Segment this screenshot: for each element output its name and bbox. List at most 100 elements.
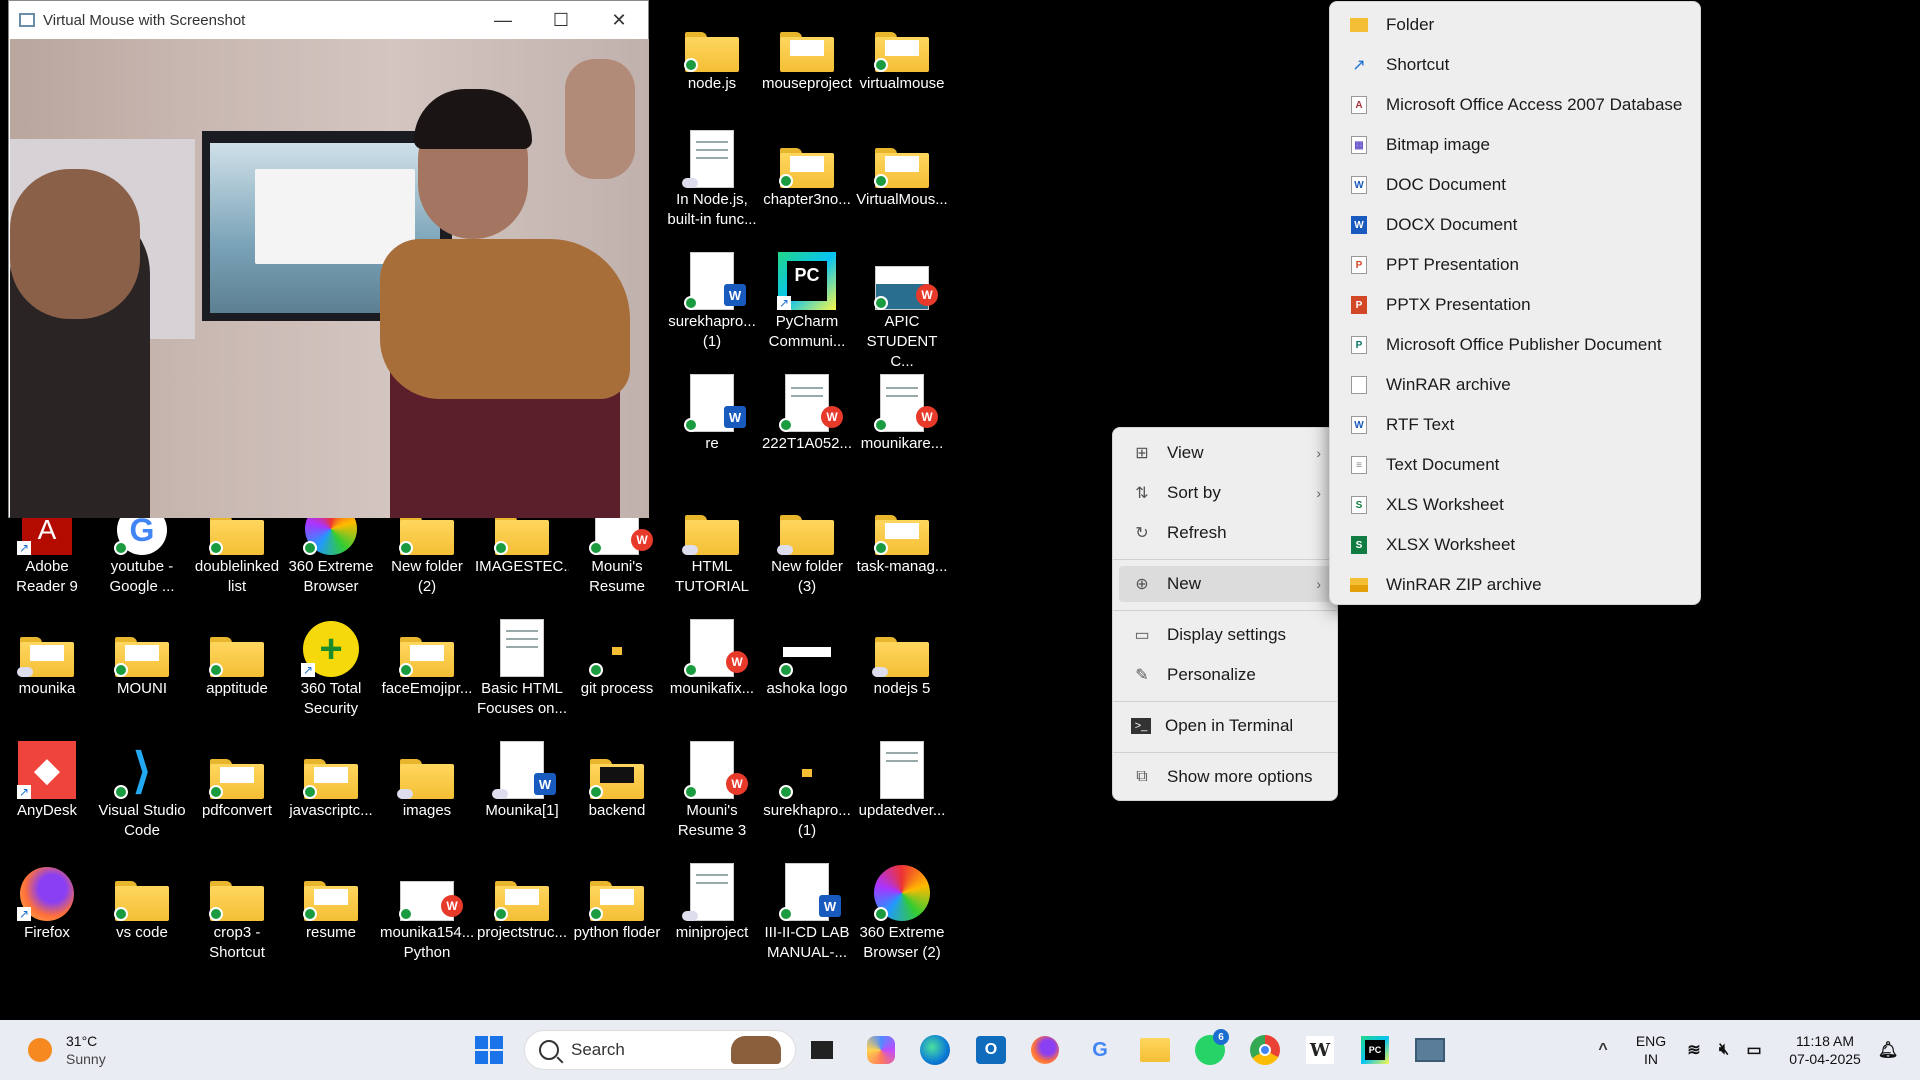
- language-indicator[interactable]: ENG IN: [1634, 1032, 1668, 1068]
- copilot-button[interactable]: [862, 1031, 900, 1069]
- firefox-taskbar-button[interactable]: [1026, 1031, 1064, 1069]
- close-button[interactable]: ✕: [590, 10, 648, 31]
- edge-button[interactable]: [916, 1031, 954, 1069]
- new-docx-item[interactable]: W DOCX Document: [1336, 206, 1694, 244]
- submenu-label: WinRAR archive: [1386, 375, 1511, 394]
- new-bitmap-item[interactable]: ▦ Bitmap image: [1336, 126, 1694, 164]
- new-xlsx-item[interactable]: S XLSX Worksheet: [1336, 526, 1694, 564]
- desktop-icon-mounikare[interactable]: W mounikare...: [855, 372, 949, 454]
- task-view-icon: [811, 1041, 833, 1059]
- desktop-icon-mouni[interactable]: MOUNI: [95, 617, 189, 699]
- pycharm-taskbar-button[interactable]: PC: [1356, 1031, 1394, 1069]
- desktop-icon-anydesk[interactable]: ◆ ↗ AnyDesk: [0, 739, 94, 821]
- desktop-icon-nodejs5[interactable]: nodejs 5: [855, 617, 949, 699]
- desktop-icon-task-manag[interactable]: task-manag...: [855, 495, 949, 577]
- desktop-icon-surekhapro[interactable]: W surekhapro... (1): [665, 250, 759, 352]
- outlook-button[interactable]: O: [972, 1031, 1010, 1069]
- menu-item-view[interactable]: ⊞ View ›: [1119, 435, 1331, 471]
- desktop-context-menu[interactable]: ⊞ View › ⇅ Sort by › ↻ Refresh ⊕ New › ▭…: [1112, 427, 1338, 801]
- desktop-icon-mounika[interactable]: mounika: [0, 617, 94, 699]
- new-winrar-zip-item[interactable]: WinRAR ZIP archive: [1336, 566, 1694, 604]
- start-button[interactable]: [470, 1031, 508, 1069]
- menu-item-personalize[interactable]: ✎ Personalize: [1119, 657, 1331, 693]
- python-app-button[interactable]: [1411, 1031, 1449, 1069]
- menu-item-new[interactable]: ⊕ New ›: [1119, 566, 1331, 602]
- desktop-icon-ashoka-logo[interactable]: ashoka logo: [760, 617, 854, 699]
- window-titlebar[interactable]: Virtual Mouse with Screenshot — ☐ ✕: [9, 1, 648, 39]
- weather-widget[interactable]: 31°C Sunny: [28, 1032, 106, 1068]
- desktop-icon-images[interactable]: images: [380, 739, 474, 821]
- desktop-icon-miniproject[interactable]: miniproject: [665, 861, 759, 943]
- desktop-icon-vscode[interactable]: ⟩ Visual Studio Code: [95, 739, 189, 841]
- new-pptx-item[interactable]: P PPTX Presentation: [1336, 286, 1694, 324]
- desktop-icon-pdfconvert[interactable]: pdfconvert: [190, 739, 284, 821]
- desktop-icon-mounikafix[interactable]: W mounikafix...: [665, 617, 759, 699]
- desktop-icon-mouseproject[interactable]: mouseproject: [760, 12, 854, 94]
- wifi-button[interactable]: ≋: [1680, 1031, 1708, 1069]
- desktop-icon-backend[interactable]: backend: [570, 739, 664, 821]
- clock[interactable]: 11:18 AM 07-04-2025: [1780, 1032, 1870, 1068]
- minimize-button[interactable]: —: [474, 10, 532, 31]
- new-publisher-item[interactable]: P Microsoft Office Publisher Document: [1336, 326, 1694, 364]
- desktop-icon-node-builtin[interactable]: In Node.js, built-in func...: [665, 128, 759, 230]
- chrome-button[interactable]: [1246, 1031, 1284, 1069]
- desktop-icon-crop3[interactable]: crop3 - Shortcut: [190, 861, 284, 963]
- desktop-icon-mounika1[interactable]: W Mounika[1]: [475, 739, 569, 821]
- new-folder-item[interactable]: Folder: [1336, 6, 1694, 44]
- show-hidden-icons-button[interactable]: ^: [1584, 1031, 1622, 1069]
- notifications-button[interactable]: 🔔︎: [1872, 1031, 1904, 1069]
- desktop-icon-360-total-security[interactable]: + ↗ 360 Total Security: [284, 617, 378, 719]
- desktop-icon-resume[interactable]: resume: [284, 861, 378, 943]
- new-doc-item[interactable]: W DOC Document: [1336, 166, 1694, 204]
- new-rtf-item[interactable]: W RTF Text: [1336, 406, 1694, 444]
- desktop-icon-basic-html[interactable]: Basic HTML Focuses on...: [475, 617, 569, 719]
- desktop-icon-javascriptc[interactable]: javascriptc...: [284, 739, 378, 821]
- desktop-icon-re[interactable]: W re: [665, 372, 759, 454]
- desktop-icon-virtualmouse[interactable]: virtualmouse: [855, 12, 949, 94]
- desktop-icon-virtualmous[interactable]: VirtualMous...: [855, 128, 949, 210]
- menu-item-refresh[interactable]: ↻ Refresh: [1119, 515, 1331, 551]
- desktop-icon-apic[interactable]: W APIC STUDENT C...: [855, 250, 949, 372]
- task-view-button[interactable]: [803, 1031, 841, 1069]
- whatsapp-button[interactable]: 6: [1191, 1029, 1229, 1069]
- desktop-icon-mounika154[interactable]: W mounika154... Python: [380, 861, 474, 963]
- menu-item-show-more-options[interactable]: ⧉ Show more options: [1119, 759, 1331, 795]
- new-ppt-item[interactable]: P PPT Presentation: [1336, 246, 1694, 284]
- menu-item-sort-by[interactable]: ⇅ Sort by ›: [1119, 475, 1331, 511]
- menu-item-open-terminal[interactable]: >_ Open in Terminal: [1119, 708, 1331, 744]
- desktop-icon-updatedver[interactable]: updatedver...: [855, 739, 949, 821]
- new-text-item[interactable]: ≡ Text Document: [1336, 446, 1694, 484]
- desktop-icon-360-extreme-2[interactable]: 360 Extreme Browser (2): [855, 861, 949, 963]
- new-winrar-item[interactable]: WinRAR archive: [1336, 366, 1694, 404]
- virtual-mouse-window[interactable]: Virtual Mouse with Screenshot — ☐ ✕: [8, 0, 649, 518]
- desktop-icon-apptitude[interactable]: apptitude: [190, 617, 284, 699]
- file-explorer-button[interactable]: [1136, 1031, 1174, 1069]
- maximize-button[interactable]: ☐: [532, 10, 590, 31]
- wps-button[interactable]: W: [1301, 1031, 1339, 1069]
- google-taskbar-button[interactable]: G: [1081, 1031, 1119, 1069]
- desktop-icon-pycharm[interactable]: PC ↗ PyCharm Communi...: [760, 250, 854, 352]
- battery-button[interactable]: ▭: [1740, 1031, 1768, 1069]
- desktop-icon-vs-code-folder[interactable]: vs code: [95, 861, 189, 943]
- desktop-icon-faceemoji[interactable]: faceEmojipr...: [380, 617, 474, 699]
- desktop-icon-git-process[interactable]: git process: [570, 617, 664, 699]
- taskbar-search[interactable]: Search: [524, 1030, 796, 1070]
- desktop-icon-firefox[interactable]: ↗ Firefox: [0, 861, 94, 943]
- desktop-icon-html-tutorial[interactable]: HTML TUTORIAL: [665, 495, 759, 597]
- new-xls-item[interactable]: S XLS Worksheet: [1336, 486, 1694, 524]
- desktop-icon-iii-ii-cd[interactable]: W III-II-CD LAB MANUAL-...: [760, 861, 854, 963]
- desktop-icon-mounis-resume3[interactable]: W Mouni's Resume 3: [665, 739, 759, 841]
- desktop-icon-new-folder-3[interactable]: New folder (3): [760, 495, 854, 597]
- desktop-icon-python-floder[interactable]: python floder: [570, 861, 664, 943]
- new-shortcut-item[interactable]: ↗ Shortcut: [1336, 46, 1694, 84]
- desktop-icon-222t1a052[interactable]: W 222T1A052...: [760, 372, 854, 454]
- new-submenu[interactable]: Folder ↗ Shortcut A Microsoft Office Acc…: [1329, 1, 1701, 605]
- desktop-icon-nodejs[interactable]: node.js: [665, 12, 759, 94]
- menu-item-display-settings[interactable]: ▭ Display settings: [1119, 617, 1331, 653]
- desktop-icon-surekhapro-1b[interactable]: surekhapro... (1): [760, 739, 854, 841]
- submenu-label: Bitmap image: [1386, 135, 1490, 154]
- volume-button[interactable]: 🔇︎: [1710, 1031, 1738, 1069]
- desktop-icon-chapter3[interactable]: chapter3no...: [760, 128, 854, 210]
- new-access-db-item[interactable]: A Microsoft Office Access 2007 Database: [1336, 86, 1694, 124]
- desktop-icon-projectstruc[interactable]: projectstruc...: [475, 861, 569, 943]
